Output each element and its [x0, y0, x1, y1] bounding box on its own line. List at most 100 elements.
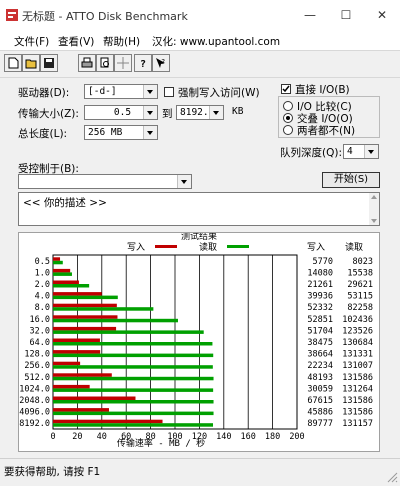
- printer-icon: [81, 57, 93, 68]
- read-value: 131157: [342, 419, 373, 429]
- read-bar: [53, 272, 72, 276]
- write-value: 67615: [307, 396, 333, 406]
- write-value: 45886: [307, 408, 333, 418]
- x-tick-label: 40: [97, 432, 107, 442]
- write-value: 22234: [307, 361, 333, 371]
- direct-io-checkbox[interactable]: [281, 84, 291, 94]
- write-bar: [53, 315, 118, 319]
- menu-localization[interactable]: 汉化: www.upantool.com: [152, 34, 280, 49]
- transfer-from-select[interactable]: 0.5: [84, 105, 158, 120]
- svg-text:?: ?: [161, 58, 165, 66]
- legend-write-swatch: [155, 245, 177, 248]
- y-tick-label: 4096.0: [19, 408, 50, 418]
- write-value: 52332: [307, 303, 333, 313]
- read-value: 131586: [342, 396, 373, 406]
- print-preview-button[interactable]: [96, 54, 114, 72]
- y-tick-label: 256.0: [24, 361, 50, 371]
- write-value: 51704: [307, 326, 333, 336]
- maximize-button[interactable]: ☐: [328, 0, 364, 30]
- legend-write-label: 写入: [127, 242, 145, 253]
- chevron-down-icon: [177, 175, 191, 188]
- legend-read-swatch: [227, 245, 249, 248]
- neither-radio[interactable]: [283, 125, 293, 135]
- write-value: 38664: [307, 350, 333, 360]
- menu-bar: 文件(F) 查看(V) 帮助(H) 汉化: www.upantool.com: [0, 30, 400, 50]
- io-compare-radio[interactable]: [283, 101, 293, 111]
- legend-read-label: 读取: [199, 241, 217, 253]
- scroll-down-icon: [371, 219, 377, 223]
- chevron-down-icon: [209, 106, 223, 119]
- close-button[interactable]: ✕: [364, 0, 400, 30]
- read-bar: [53, 342, 213, 346]
- total-length-select[interactable]: 256 MB: [84, 125, 158, 140]
- read-value: 131586: [342, 373, 373, 383]
- write-value: 14080: [307, 268, 333, 278]
- start-button[interactable]: 开始(S): [322, 172, 380, 188]
- read-bar: [53, 423, 214, 427]
- title-bar: 无标题 - ATTO Disk Benchmark — ☐ ✕: [0, 0, 400, 30]
- x-tick-label: 0: [50, 432, 55, 442]
- menu-view[interactable]: 查看(V): [58, 34, 94, 49]
- queue-depth-label: 队列深度(Q):: [280, 147, 342, 159]
- total-length-label: 总长度(L):: [18, 128, 68, 140]
- overlapped-io-radio[interactable]: [283, 113, 293, 123]
- write-bar: [53, 303, 117, 308]
- write-bar: [53, 338, 100, 342]
- read-bar: [53, 365, 213, 369]
- question-icon: ?: [140, 59, 146, 69]
- y-tick-label: 4.0: [35, 292, 50, 302]
- write-value: 21261: [307, 280, 333, 290]
- read-bar: [53, 330, 204, 334]
- controlled-by-select[interactable]: [18, 174, 192, 189]
- open-button[interactable]: [22, 54, 40, 72]
- help-button[interactable]: ?: [134, 54, 152, 72]
- print-button[interactable]: [78, 54, 96, 72]
- read-bar: [53, 295, 118, 300]
- transfer-to-select[interactable]: 8192.0: [176, 105, 224, 120]
- menu-file[interactable]: 文件(F): [14, 34, 49, 49]
- window-title: 无标题 - ATTO Disk Benchmark: [22, 10, 188, 23]
- drive-select[interactable]: [-d-]: [84, 84, 158, 99]
- column-read-header: 读取: [345, 241, 363, 253]
- chevron-down-icon: [143, 106, 157, 119]
- write-bar: [53, 384, 90, 389]
- queue-depth-select[interactable]: 4: [343, 144, 379, 159]
- save-button[interactable]: [40, 54, 58, 72]
- write-bar: [53, 396, 136, 400]
- results-title: 测试结果: [181, 233, 217, 242]
- write-bar: [53, 361, 81, 366]
- results-panel: 测试结果 写入 读取 写入 读取 0 20 40 60 80 100 120 140 160 18…: [18, 230, 380, 452]
- atto-window: 无标题 - ATTO Disk Benchmark — ☐ ✕ 文件(F) 查看…: [0, 0, 400, 485]
- drive-label: 驱动器(D):: [18, 87, 70, 99]
- chevron-down-icon: [143, 85, 157, 98]
- app-icon: [6, 9, 18, 21]
- toolbar: ? ?: [0, 50, 400, 78]
- read-value: 53115: [347, 292, 373, 302]
- y-tick-label: 1024.0: [19, 384, 50, 394]
- write-bar: [53, 280, 79, 284]
- minimize-button[interactable]: —: [292, 0, 328, 30]
- status-bar: 要获得帮助, 请按 F1: [0, 458, 400, 486]
- x-tick-label: 180: [265, 432, 280, 442]
- read-value: 82258: [347, 303, 373, 313]
- resize-grip-icon[interactable]: [386, 471, 398, 483]
- y-tick-label: 1.0: [35, 268, 50, 278]
- move-button[interactable]: [114, 54, 132, 72]
- scroll-up-icon: [371, 195, 377, 199]
- description-scrollbar[interactable]: [369, 193, 379, 225]
- description-box[interactable]: << 你的描述 >>: [18, 192, 380, 226]
- force-write-checkbox[interactable]: [164, 87, 174, 97]
- write-bar: [53, 326, 117, 331]
- chevron-down-icon: [364, 145, 378, 158]
- new-button[interactable]: [4, 54, 22, 72]
- read-value: 131264: [342, 384, 373, 394]
- read-value: 29621: [347, 280, 373, 290]
- to-label: 到: [162, 108, 173, 120]
- results-chart: 测试结果 写入 读取 写入 读取 0 20 40 60 80 100 120 140 160 18…: [19, 230, 373, 449]
- write-value: 39936: [307, 292, 333, 302]
- context-help-button[interactable]: ?: [152, 54, 170, 72]
- menu-help[interactable]: 帮助(H): [103, 34, 140, 49]
- write-bar: [53, 408, 109, 412]
- read-value: 123526: [342, 326, 373, 336]
- write-value: 38475: [307, 338, 333, 348]
